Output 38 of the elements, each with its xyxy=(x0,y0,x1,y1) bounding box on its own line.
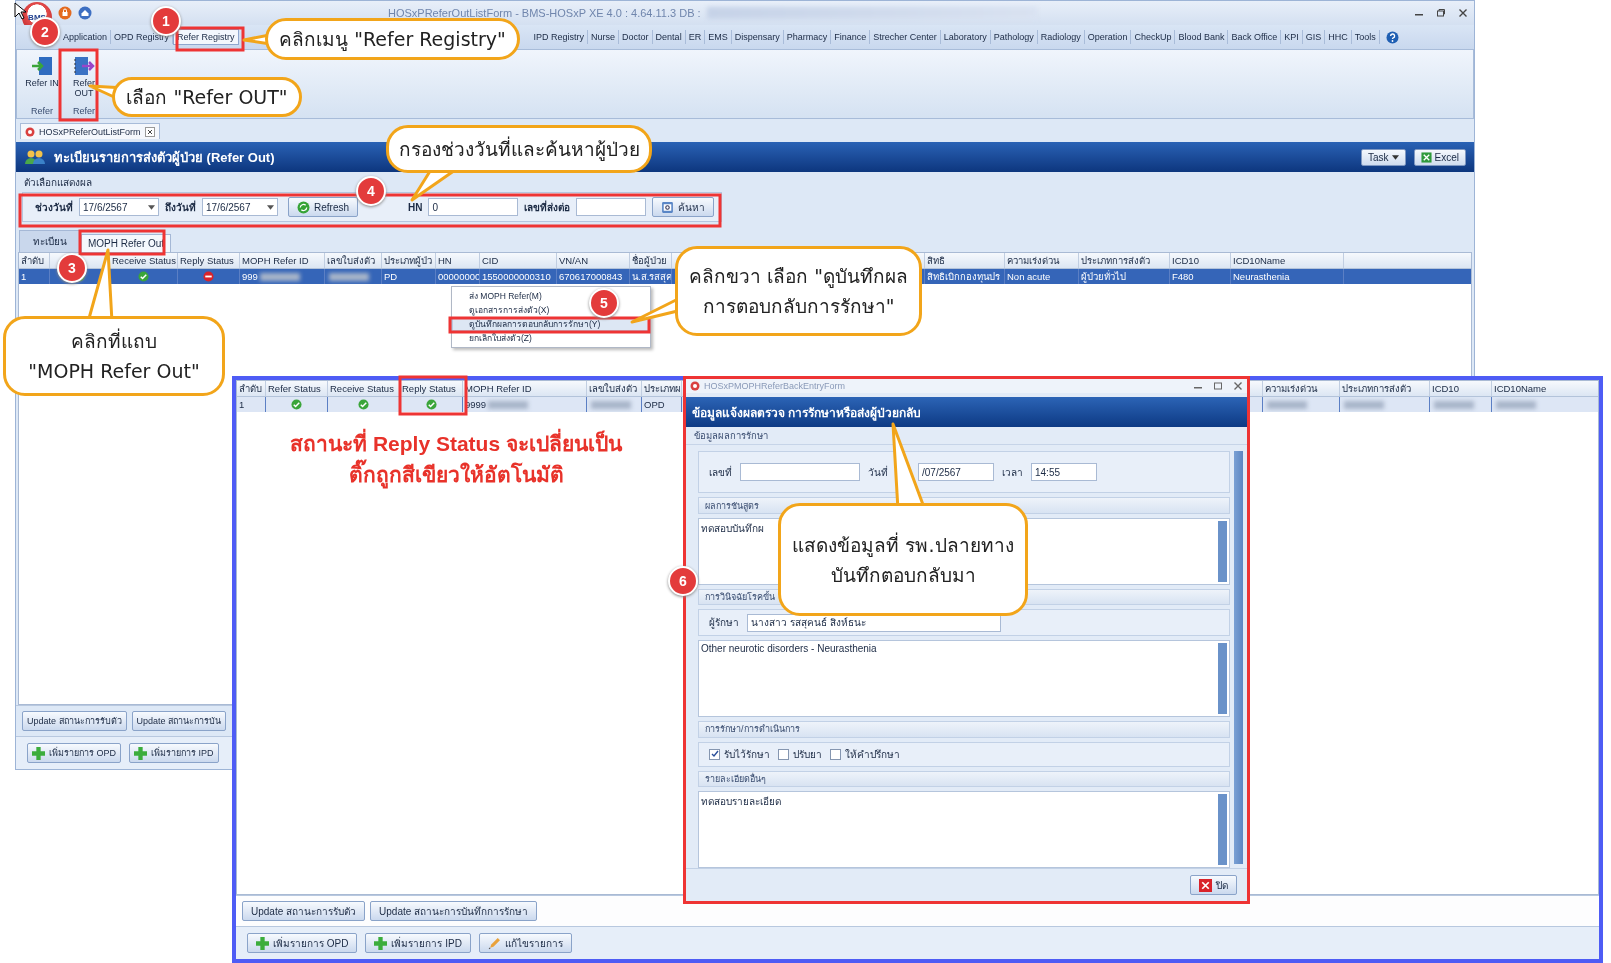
table-cell-text: OPD xyxy=(644,398,665,412)
table-cell-text: 1550000000310 xyxy=(482,270,551,284)
dialog-header: ข้อมูลแจ้งผลตรวจ การรักษาหรือส่งผู้ป่วยกลับ xyxy=(686,397,1247,427)
window-title: HOSxPReferOutListForm - BMS-HOSxP XE 4.0 : 4.64.11.3 DB : xyxy=(388,7,701,19)
group-title: รายละเอียดอื่นๆ xyxy=(705,772,766,786)
table-cell-text: สิทธิเบิกกองทุนปร xyxy=(927,270,1000,284)
callout-bubble: คลิกขวา เลือก "ดูบันทึกผล การตอบกลับการรักษา" xyxy=(675,246,922,336)
callout-bubble: คลิกที่แถบ "MOPH Refer Out" xyxy=(3,316,225,396)
ribbon-group-label: Refer xyxy=(31,106,53,116)
table-cell-text: Non acute xyxy=(1007,270,1051,284)
date-label: วันที่ xyxy=(868,464,888,480)
annotation-text: สถานะที่ Reply Status จะเปลี่ยนเป็น ติ๊กถูกสีเขียวให้อัตโนมัติ xyxy=(276,428,636,490)
table-cell: ผู้ป่วยทั่วไป xyxy=(1081,269,1126,284)
section-label: ข้อมูลผลการรักษา xyxy=(694,429,768,443)
options-label: ตัวเลือกแสดงผล xyxy=(24,175,92,190)
ribbon-group-label: Refer xyxy=(73,106,95,116)
dialog-title: HOSxPMOPHReferBackEntryForm xyxy=(704,381,846,391)
callout-bubble: แสดงข้อมูลที่ รพ.ปลายทาง บันทึกตอบกลับมา xyxy=(778,503,1028,616)
doctor-label: ผู้รักษา xyxy=(709,616,739,631)
table-cell-text: 999 xyxy=(242,270,258,284)
table-cell-text: 670617000843 xyxy=(559,270,623,284)
group-title: การวินิจฉัยโรคขั้น xyxy=(705,590,775,605)
page-title: ทะเบียนรายการส่งตัวผู้ป่วย (Refer Out) xyxy=(54,148,275,168)
table-cell-text: Neurasthenia xyxy=(1233,270,1290,284)
group-title: การรักษา/การดำเนินการ xyxy=(705,723,800,737)
table-cell-text: น.ส.รสสุค xyxy=(632,270,671,284)
hn-label: HN xyxy=(408,201,423,213)
table-cell-text: 1 xyxy=(239,398,245,412)
table-cell-text: 00000000 xyxy=(438,270,479,284)
group-title: ผลการชันสูตร xyxy=(705,499,759,513)
table-cell-text: F480 xyxy=(1172,270,1194,284)
date-to-label: ถึงวันที่ xyxy=(165,199,196,215)
time-label: เวลา xyxy=(1002,465,1023,480)
table-cell-text: PD xyxy=(384,270,398,284)
refer-number-label: เลขที่ส่งต่อ xyxy=(524,199,571,215)
table-cell-text: 1 xyxy=(21,270,27,284)
number-label: เลขที่ xyxy=(709,464,732,480)
date-from-label: ช่วงวันที่ xyxy=(35,199,73,215)
